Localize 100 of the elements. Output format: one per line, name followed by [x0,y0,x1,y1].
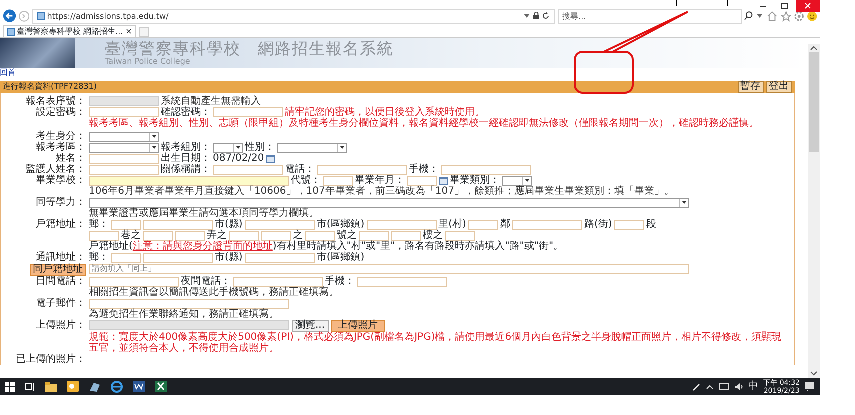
form-label: 市(區鄉鎮) [316,219,365,230]
form-label: 出生日期： [161,153,211,164]
input-field[interactable] [357,276,447,286]
spreadsheet-icon[interactable] [155,381,167,392]
same-address-button[interactable]: 同戶籍地址 [30,264,86,276]
search-icon[interactable] [744,11,754,21]
input-field[interactable] [512,220,582,230]
logout-button[interactable]: 登出 [766,80,792,92]
chevron-up-icon[interactable] [706,384,714,390]
form-label: 畢業類別： [450,175,500,186]
input-field[interactable] [366,220,437,230]
caret-icon[interactable] [756,13,762,19]
form-label: 郵： [89,219,109,230]
input-field[interactable] [89,298,289,308]
upload-button[interactable]: 上傳照片 [331,320,386,332]
form-label: 畢業年月： [355,175,405,186]
forward-icon[interactable] [18,10,30,22]
notice-link[interactable]: 注意：請與您身分證背面的地址 [132,241,273,252]
search-field[interactable]: 搜尋... [558,8,742,24]
input-field[interactable] [89,176,289,186]
calendar-icon[interactable] [266,154,276,163]
select-field[interactable] [89,198,689,208]
caret-icon[interactable] [524,13,530,19]
input-field[interactable] [143,220,213,230]
warning-text: 報考考區、報考組別、性別、志願（限甲組）及特種考生身分欄位資料，報名資料經學校一經確認即無法修改（僅限報名期間一次），確認時務必謹慎。 [89,118,759,128]
url-text: https://admissions.tpa.edu.tw/ [47,10,170,22]
input-field[interactable] [244,252,315,262]
input-field[interactable] [441,164,531,174]
input-field[interactable] [143,252,213,262]
notification-icon[interactable] [805,382,815,392]
refresh-icon[interactable] [542,12,550,20]
input-field[interactable] [229,230,259,240]
input-field[interactable] [391,230,421,240]
input-field[interactable] [445,230,475,240]
task-view-icon[interactable] [25,382,35,392]
site-subtitle: Taiwan Police College [105,57,192,66]
scroll-down-icon[interactable] [808,370,820,378]
input-field[interactable] [89,154,159,164]
globe-icon[interactable] [111,380,123,392]
star-icon[interactable] [780,10,792,22]
settings-icon[interactable] [794,10,804,22]
field-label: 同等學力： [36,197,86,208]
app-icon[interactable] [89,382,101,392]
input-field[interactable] [111,220,141,230]
new-tab-icon[interactable] [138,27,149,37]
input-field[interactable] [111,252,141,262]
input-field[interactable] [317,164,407,174]
warning-text: 請牢記您的密碼，以便日後登入系統時使用。 [285,106,485,118]
input-field[interactable] [143,230,173,240]
calendar-icon[interactable] [439,176,448,185]
scroll-up-icon[interactable] [808,44,820,52]
field-label: 報名表序號： [26,96,86,106]
input-field[interactable] [213,164,283,174]
browser-tab[interactable]: 臺灣警察專科學校 網路招生... × [2,25,136,37]
tab-close-button[interactable]: × [126,26,132,37]
caret-icon [236,146,240,149]
back-icon[interactable] [2,9,16,23]
select-field[interactable] [213,142,243,152]
input-field[interactable] [359,230,389,240]
pen-icon[interactable] [692,382,701,391]
select-field[interactable] [89,142,159,152]
form-label: 號之 [337,230,357,241]
input-field[interactable] [233,276,323,286]
input-field[interactable] [305,230,335,240]
caret-icon [152,135,156,138]
select-field[interactable] [502,176,532,186]
form-label: 樓之 [423,230,443,241]
field-label: 報考考區： [36,142,86,153]
input-field[interactable] [261,230,291,240]
start-icon[interactable] [5,382,15,392]
input-field[interactable] [89,107,159,117]
folder-icon[interactable] [45,382,57,392]
input-field[interactable] [89,276,179,286]
network-icon[interactable] [718,382,729,390]
close-icon[interactable] [796,0,820,12]
select-field[interactable] [89,132,159,142]
speaker-icon[interactable] [734,382,744,390]
browse-button[interactable]: 瀏覽... [292,320,330,332]
select-field[interactable] [277,142,347,152]
input-field[interactable] [468,220,498,230]
input-field[interactable] [89,164,159,174]
file-field[interactable] [89,320,289,330]
input-field[interactable] [213,107,283,117]
input-field[interactable] [175,230,205,240]
input-field[interactable] [244,220,315,230]
input-field[interactable]: 請勿填入「同上」 [89,264,689,274]
page-icon [6,28,14,36]
document-icon[interactable] [133,381,145,392]
input-field[interactable] [407,176,437,186]
input-field[interactable] [89,230,119,240]
input-field[interactable] [614,220,644,230]
save-draft-button[interactable]: 暫存 [738,80,764,92]
address-bar[interactable]: https://admissions.tpa.edu.tw/ [32,8,556,24]
home-link[interactable]: 回首 [0,68,16,78]
input-method-indicator[interactable]: 中 [748,382,759,392]
home-icon[interactable] [767,10,778,22]
input-field[interactable] [323,176,353,186]
tick-mark [676,0,677,6]
caret-icon [152,146,156,149]
scrollbar[interactable] [808,44,820,378]
